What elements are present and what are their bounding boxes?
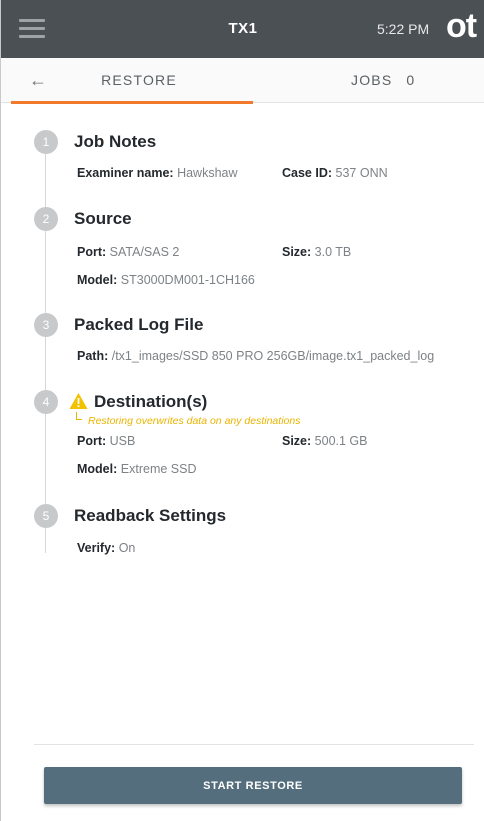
- step-number: 4: [34, 390, 58, 414]
- brand-logo: ot: [446, 7, 477, 45]
- start-restore-button[interactable]: START RESTORE: [44, 767, 462, 804]
- warning-triangle-icon: [69, 393, 88, 409]
- step-title: Source: [74, 209, 132, 228]
- verify-field: Verify: On: [77, 541, 136, 555]
- destination-port-field: Port: USB: [77, 434, 136, 448]
- step-title: Packed Log File: [74, 315, 204, 334]
- step-number: 1: [34, 130, 58, 154]
- case-id-field: Case ID: 537 ONN: [282, 166, 388, 180]
- tab-jobs[interactable]: JOBS 0: [351, 72, 415, 88]
- clock: 5:22 PM: [377, 21, 430, 37]
- packed-log-path-field: Path: /tx1_images/SSD 850 PRO 256GB/imag…: [77, 349, 435, 363]
- footer-divider: [34, 744, 474, 745]
- source-port-field: Port: SATA/SAS 2: [77, 245, 180, 259]
- destination-size-field: Size: 500.1 GB: [282, 434, 368, 448]
- step-number: 5: [34, 504, 58, 528]
- step-title: Job Notes: [74, 132, 157, 151]
- step-number: 3: [34, 313, 58, 337]
- destination-model-field: Model: Extreme SSD: [77, 462, 197, 476]
- arrow-left-icon[interactable]: ←: [29, 70, 47, 91]
- step-title: Readback Settings: [74, 506, 227, 525]
- tab-restore-label: RESTORE: [101, 72, 177, 88]
- destination-warning: Restoring overwrites data on any destina…: [76, 412, 300, 427]
- source-model-field: Model: ST3000DM001-1CH166: [77, 273, 255, 287]
- active-tab-indicator: [11, 101, 253, 104]
- examiner-field: Examiner name: Hawkshaw: [77, 166, 238, 180]
- app-frame: TX1 5:22 PM ot RESTORE ← JOBS 0 1 Job Not…: [0, 0, 484, 821]
- jobs-count: 0: [406, 72, 416, 88]
- source-size-field: Size: 3.0 TB: [282, 245, 352, 259]
- step-title: Destination(s): [94, 392, 208, 411]
- step-number: 2: [34, 207, 58, 231]
- tab-bar: RESTORE ← JOBS 0: [1, 58, 484, 104]
- top-bar: TX1 5:22 PM ot: [1, 0, 484, 58]
- tab-jobs-label: JOBS: [351, 72, 393, 88]
